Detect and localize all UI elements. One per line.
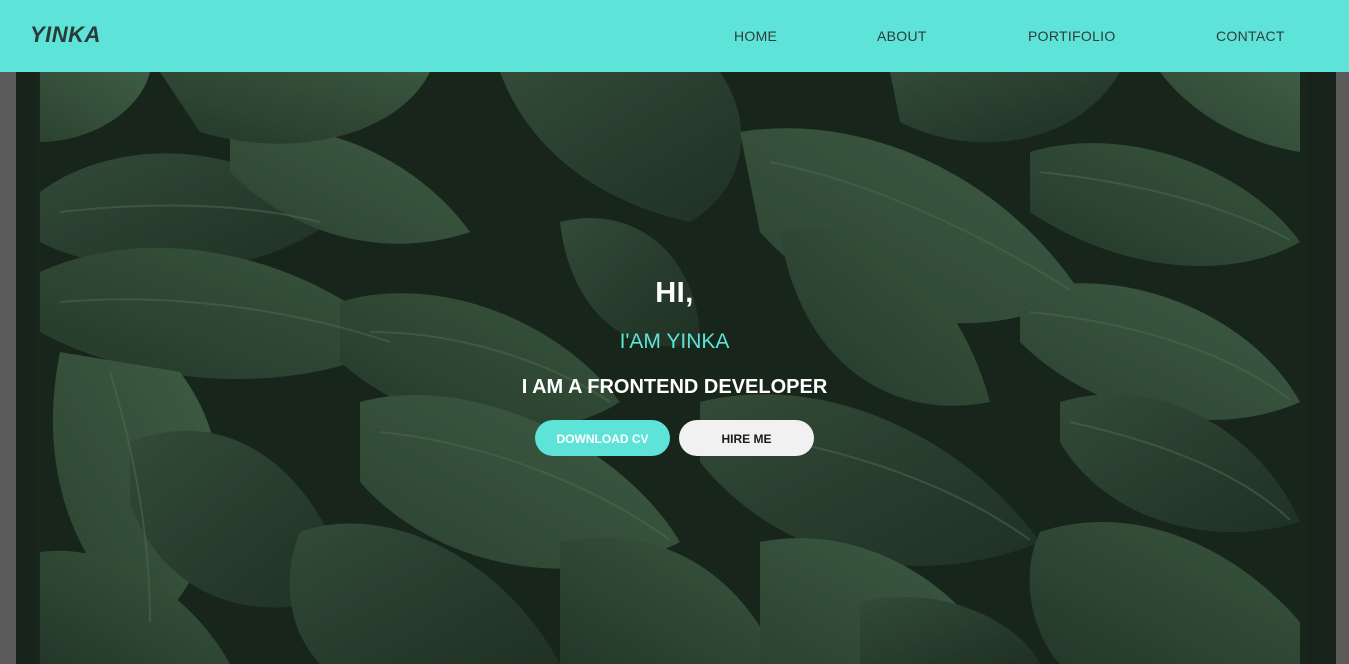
hire-me-button[interactable]: HIRE ME — [679, 420, 814, 456]
hero-section: HI, I'AM YINKA I AM A FRONTEND DEVELOPER… — [0, 72, 1349, 664]
navbar: YINKA HOME ABOUT PORTIFOLIO CONTACT — [0, 0, 1349, 72]
hero-name: I'AM YINKA — [619, 330, 730, 353]
nav-link-contact[interactable]: CONTACT — [1216, 28, 1285, 44]
nav-link-about[interactable]: ABOUT — [877, 28, 927, 44]
nav-link-portfolio[interactable]: PORTIFOLIO — [1028, 28, 1116, 44]
hero-role: I AM A FRONTEND DEVELOPER — [521, 376, 828, 398]
brand-logo[interactable]: YINKA — [30, 22, 101, 48]
hero-dark-overlay — [0, 72, 1349, 664]
download-cv-button[interactable]: DOWNLOAD CV — [535, 420, 670, 456]
nav-link-home[interactable]: HOME — [734, 28, 777, 44]
hero-greeting: HI, — [655, 277, 694, 309]
